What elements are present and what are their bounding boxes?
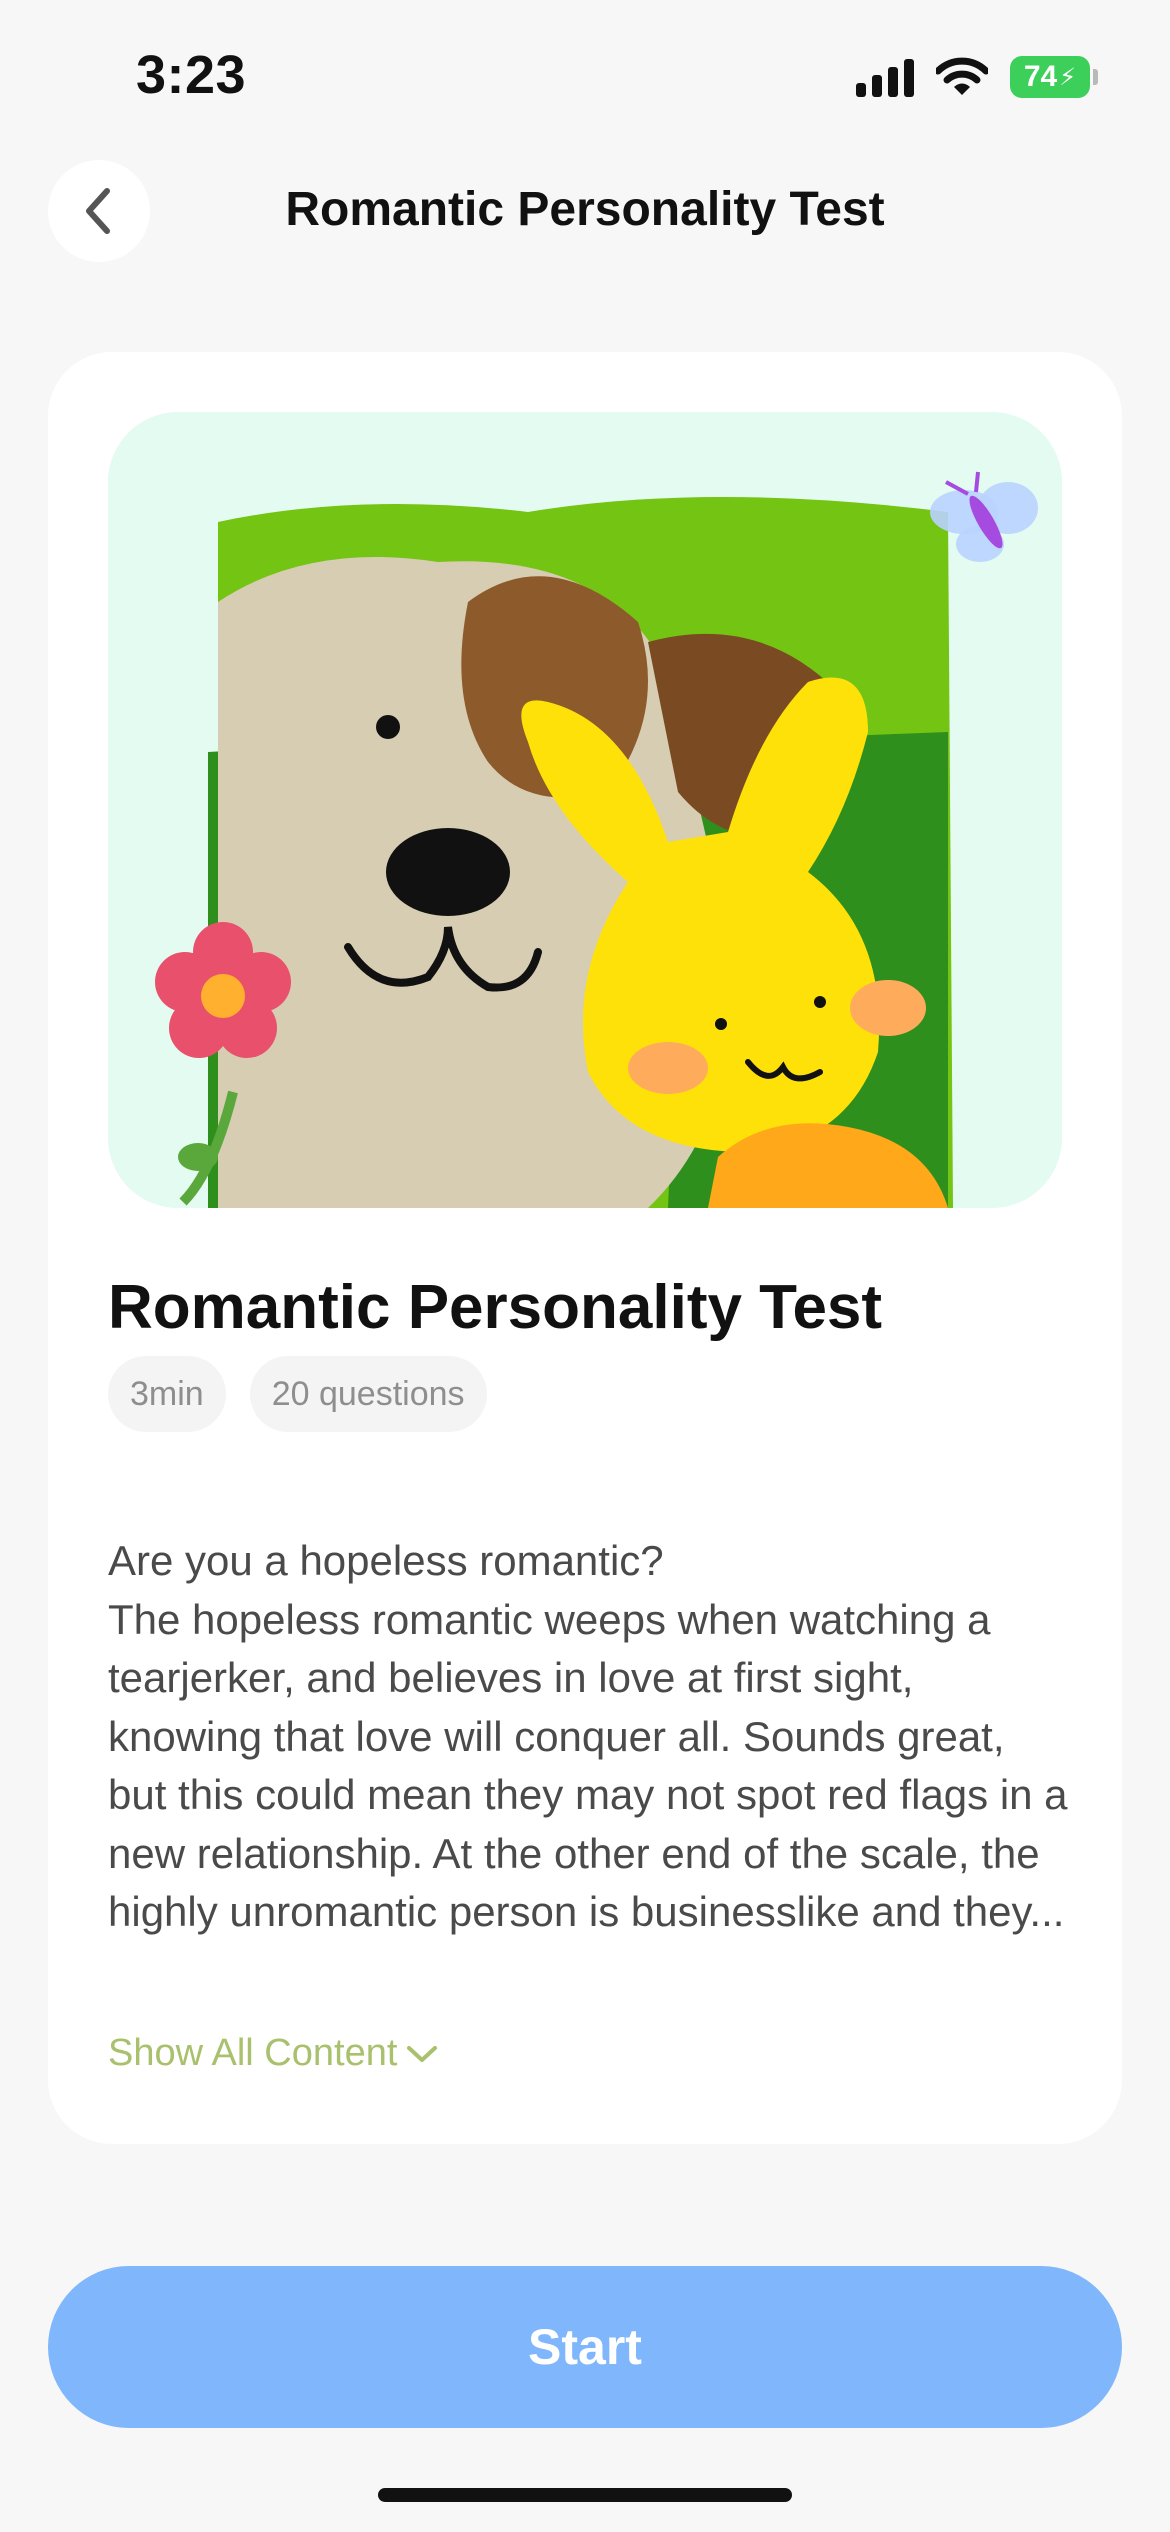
show-all-label: Show All Content — [108, 2032, 398, 2074]
start-button[interactable]: Start — [48, 2266, 1122, 2428]
test-description: Are you a hopeless romantic? The hopeles… — [108, 1537, 1068, 1935]
test-card: Romantic Personality Test 3min 20 questi… — [48, 352, 1122, 2144]
chevron-down-icon — [407, 2045, 438, 2062]
status-bar: 3:23 74 ⚡ — [0, 0, 1170, 150]
question-count-tag: 20 questions — [249, 1356, 487, 1432]
show-all-content-link[interactable]: Show All Content — [108, 2032, 439, 2075]
test-tags: 3min 20 questions — [108, 1356, 487, 1432]
test-title: Romantic Personality Test — [108, 1273, 883, 1342]
test-illustration — [108, 412, 1062, 1208]
screen: 3:23 74 ⚡ Romantic Personality Test Roma… — [0, 0, 1170, 2532]
status-icons: 74 ⚡ — [856, 56, 1098, 98]
battery-level: 74 — [1023, 60, 1058, 93]
page-title: Romantic Personality Test — [285, 183, 885, 236]
home-indicator — [378, 2488, 792, 2502]
wifi-icon — [936, 57, 988, 95]
battery-icon: 74 ⚡ — [1010, 56, 1098, 98]
dog-and-bunny-illustration — [108, 412, 1062, 1208]
header: Romantic Personality Test — [0, 160, 1170, 264]
signal-icon — [856, 57, 914, 97]
status-time: 3:23 — [136, 45, 247, 105]
duration-tag: 3min — [108, 1356, 226, 1432]
charging-bolt-icon: ⚡ — [1059, 63, 1077, 91]
